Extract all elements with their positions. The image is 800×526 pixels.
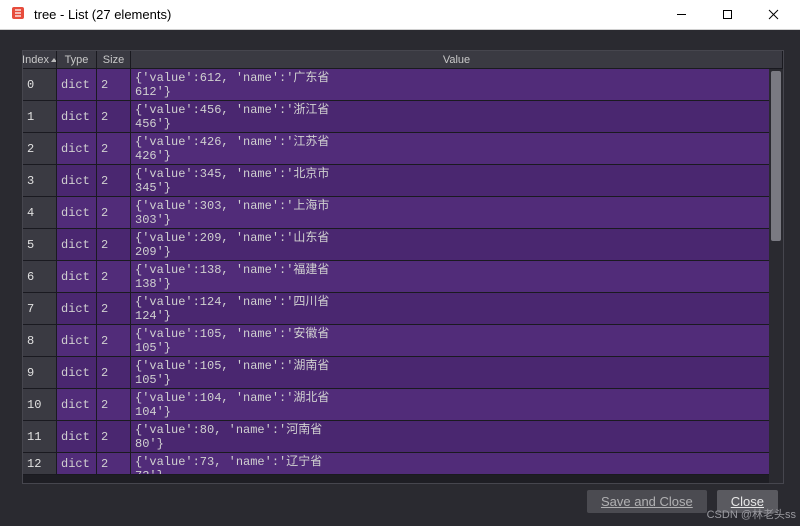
table-row[interactable]: 5dict2{'value':209, 'name':'山东省 209'} <box>23 229 783 261</box>
cell-index: 1 <box>23 101 57 133</box>
app-icon <box>10 5 26 24</box>
window-title: tree - List (27 elements) <box>34 7 658 22</box>
cell-index: 2 <box>23 133 57 165</box>
table-header-row: Index Type Size Value <box>23 51 783 69</box>
cell-value[interactable]: {'value':426, 'name':'江苏省 426'} <box>131 133 783 165</box>
cell-value[interactable]: {'value':124, 'name':'四川省 124'} <box>131 293 783 325</box>
table-row[interactable]: 1dict2{'value':456, 'name':'浙江省 456'} <box>23 101 783 133</box>
cell-index: 10 <box>23 389 57 421</box>
cell-value[interactable]: {'value':138, 'name':'福建省 138'} <box>131 261 783 293</box>
cell-value[interactable]: {'value':105, 'name':'湖南省 105'} <box>131 357 783 389</box>
table-row[interactable]: 7dict2{'value':124, 'name':'四川省 124'} <box>23 293 783 325</box>
save-and-close-button[interactable]: Save and Close <box>587 490 707 513</box>
cell-size: 2 <box>97 357 131 389</box>
cell-index: 12 <box>23 453 57 475</box>
table-row[interactable]: 3dict2{'value':345, 'name':'北京市 345'} <box>23 165 783 197</box>
cell-size: 2 <box>97 293 131 325</box>
data-table: Index Type Size Value 0dict2{'value':612… <box>22 50 784 484</box>
cell-size: 2 <box>97 69 131 101</box>
app-window: apptndi结 tree - List (27 elements) Index… <box>0 0 800 526</box>
cell-type: dict <box>57 197 97 229</box>
cell-type: dict <box>57 101 97 133</box>
cell-type: dict <box>57 453 97 475</box>
scrollbar-thumb[interactable] <box>771 71 781 241</box>
cell-size: 2 <box>97 325 131 357</box>
table-row[interactable]: 9dict2{'value':105, 'name':'湖南省 105'} <box>23 357 783 389</box>
cell-size: 2 <box>97 421 131 453</box>
header-type[interactable]: Type <box>57 51 97 69</box>
cell-index: 4 <box>23 197 57 229</box>
table-row[interactable]: 10dict2{'value':104, 'name':'湖北省 104'} <box>23 389 783 421</box>
cell-index: 0 <box>23 69 57 101</box>
cell-index: 11 <box>23 421 57 453</box>
cell-type: dict <box>57 165 97 197</box>
table-row[interactable]: 4dict2{'value':303, 'name':'上海市 303'} <box>23 197 783 229</box>
cell-value[interactable]: {'value':612, 'name':'广东省 612'} <box>131 69 783 101</box>
table-row[interactable]: 6dict2{'value':138, 'name':'福建省 138'} <box>23 261 783 293</box>
cell-value[interactable]: {'value':105, 'name':'安徽省 105'} <box>131 325 783 357</box>
cell-value[interactable]: {'value':345, 'name':'北京市 345'} <box>131 165 783 197</box>
header-size[interactable]: Size <box>97 51 131 69</box>
header-index-label: Index <box>23 54 49 66</box>
maximize-button[interactable] <box>704 1 750 29</box>
table-row[interactable]: 0dict2{'value':612, 'name':'广东省 612'} <box>23 69 783 101</box>
vertical-scrollbar[interactable] <box>769 69 783 483</box>
cell-value[interactable]: {'value':303, 'name':'上海市 303'} <box>131 197 783 229</box>
cell-index: 3 <box>23 165 57 197</box>
cell-size: 2 <box>97 453 131 475</box>
cell-size: 2 <box>97 197 131 229</box>
sort-asc-icon <box>51 58 57 62</box>
table-body: 0dict2{'value':612, 'name':'广东省 612'}1di… <box>23 69 783 483</box>
cell-value[interactable]: {'value':209, 'name':'山东省 209'} <box>131 229 783 261</box>
cell-index: 7 <box>23 293 57 325</box>
titlebar[interactable]: tree - List (27 elements) <box>0 0 800 30</box>
cell-type: dict <box>57 325 97 357</box>
cell-type: dict <box>57 293 97 325</box>
close-window-button[interactable] <box>750 1 796 29</box>
cell-type: dict <box>57 357 97 389</box>
window-controls <box>658 1 796 29</box>
cell-size: 2 <box>97 165 131 197</box>
header-index[interactable]: Index <box>23 51 57 69</box>
table-row[interactable]: 11dict2{'value':80, 'name':'河南省 80'} <box>23 421 783 453</box>
cell-value[interactable]: {'value':456, 'name':'浙江省 456'} <box>131 101 783 133</box>
cell-index: 5 <box>23 229 57 261</box>
cell-type: dict <box>57 133 97 165</box>
cell-index: 8 <box>23 325 57 357</box>
cell-value[interactable]: {'value':80, 'name':'河南省 80'} <box>131 421 783 453</box>
cell-type: dict <box>57 421 97 453</box>
cell-size: 2 <box>97 261 131 293</box>
cell-value[interactable]: {'value':104, 'name':'湖北省 104'} <box>131 389 783 421</box>
cell-type: dict <box>57 261 97 293</box>
cell-value[interactable]: {'value':73, 'name':'辽宁省 73'} <box>131 453 783 475</box>
cell-type: dict <box>57 229 97 261</box>
cell-size: 2 <box>97 389 131 421</box>
minimize-button[interactable] <box>658 1 704 29</box>
table-row[interactable]: 2dict2{'value':426, 'name':'江苏省 426'} <box>23 133 783 165</box>
cell-type: dict <box>57 69 97 101</box>
client-area: Index Type Size Value 0dict2{'value':612… <box>0 30 800 526</box>
header-value[interactable]: Value <box>131 51 783 69</box>
dialog-footer: Save and Close Close <box>22 484 784 518</box>
cell-size: 2 <box>97 101 131 133</box>
cell-type: dict <box>57 389 97 421</box>
cell-index: 9 <box>23 357 57 389</box>
table-row[interactable]: 12dict2{'value':73, 'name':'辽宁省 73'} <box>23 453 783 475</box>
cell-size: 2 <box>97 133 131 165</box>
cell-size: 2 <box>97 229 131 261</box>
table-row[interactable]: 8dict2{'value':105, 'name':'安徽省 105'} <box>23 325 783 357</box>
cell-index: 6 <box>23 261 57 293</box>
watermark: CSDN @林老头ss <box>707 506 796 522</box>
